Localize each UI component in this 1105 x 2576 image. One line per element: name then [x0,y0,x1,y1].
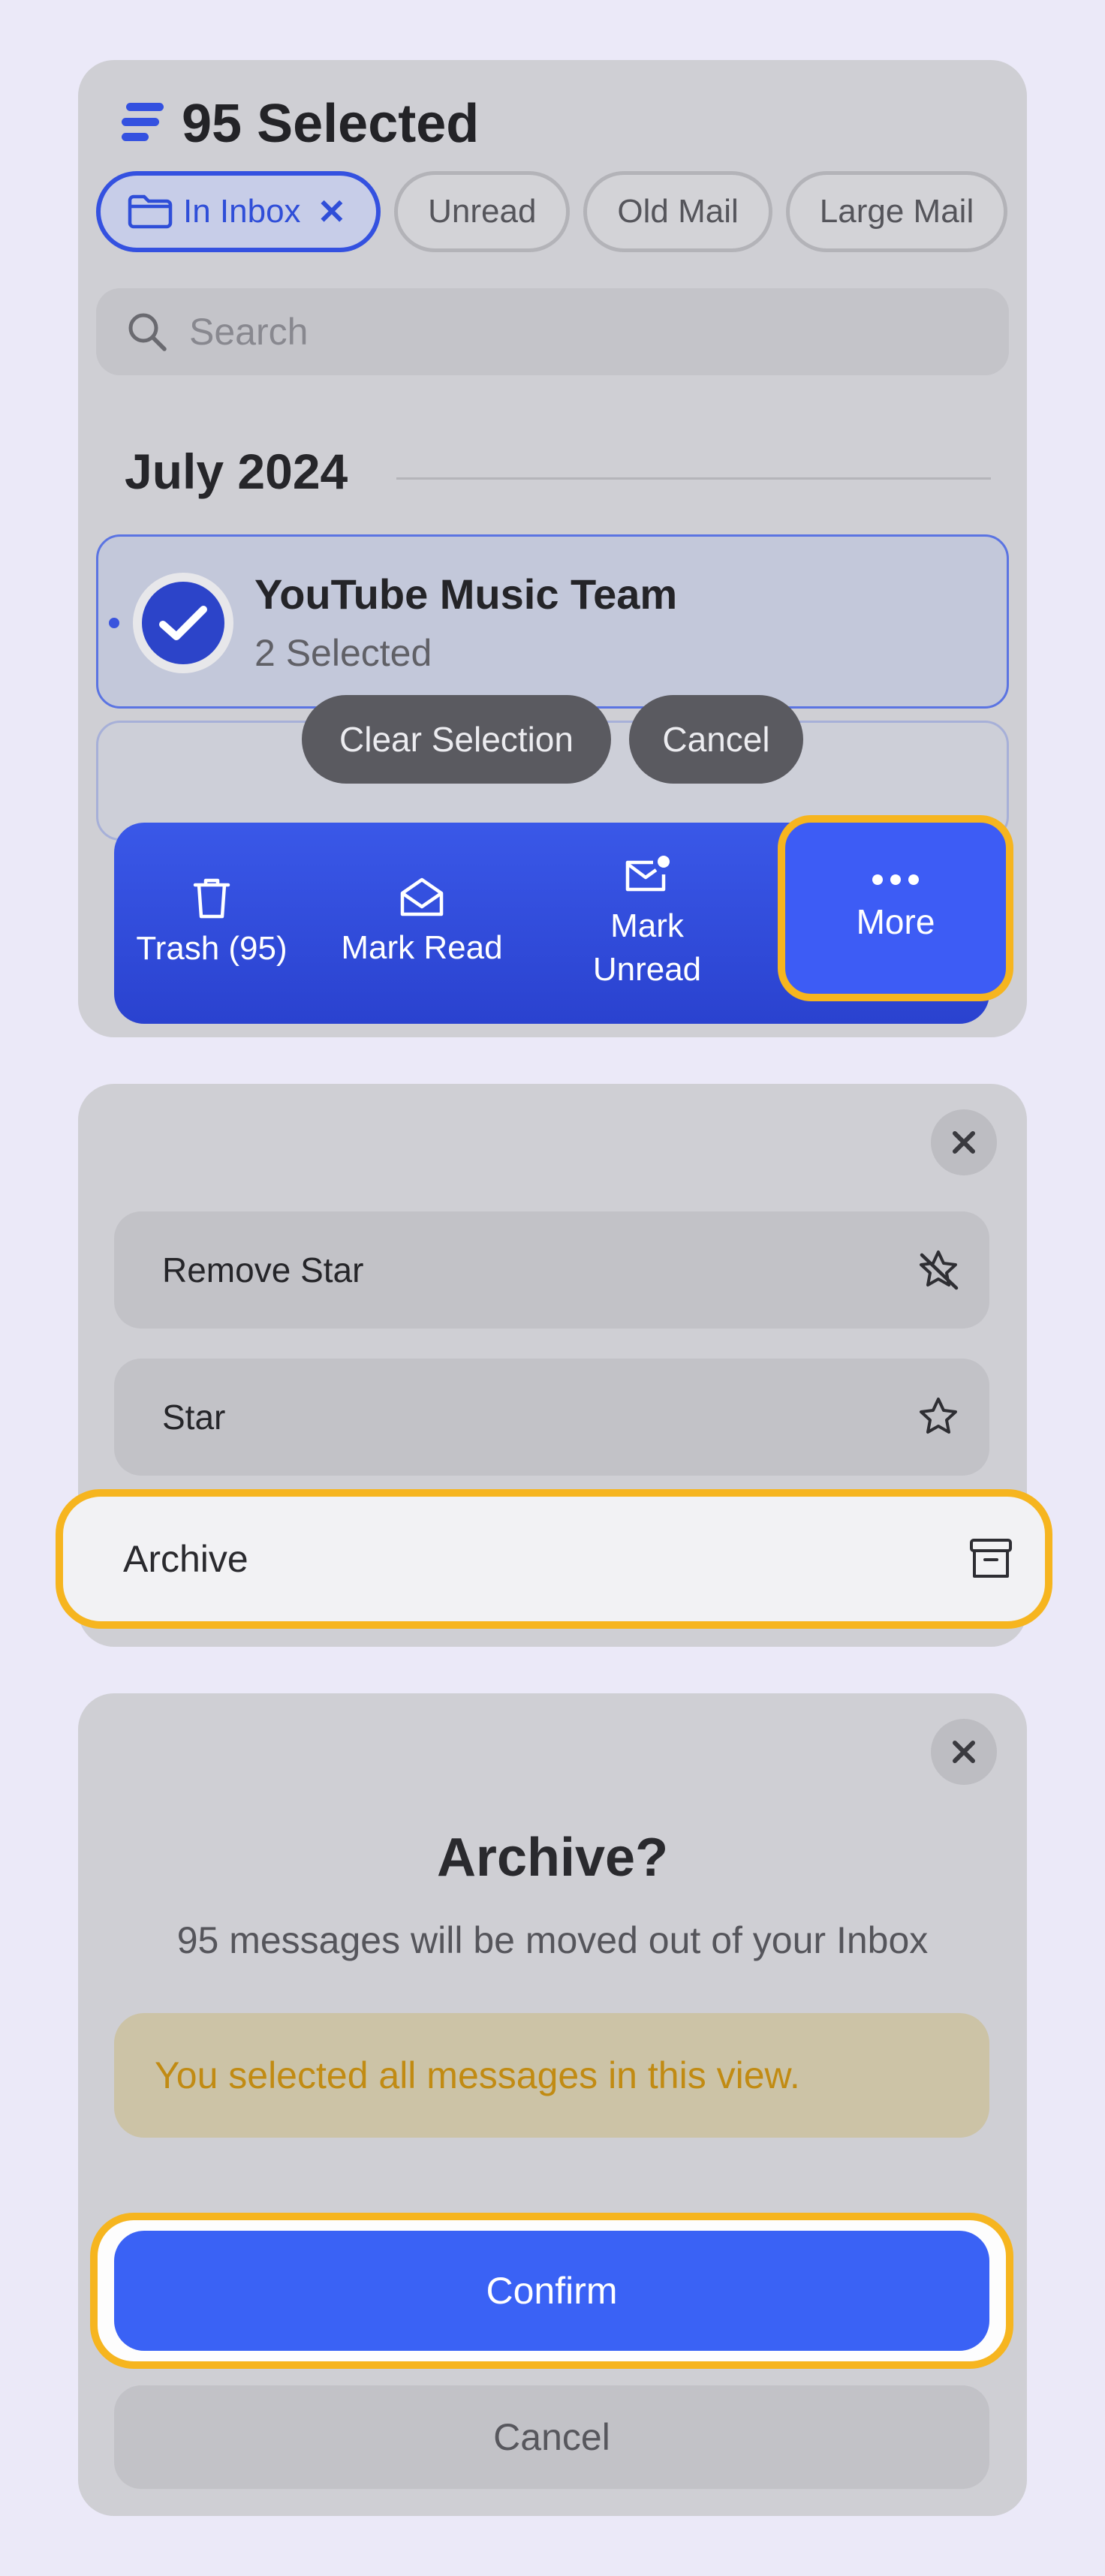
mark-read-label: Mark Read [341,929,503,966]
section-divider [396,477,991,480]
filter-chip-label: In Inbox [183,193,301,230]
search-placeholder: Search [189,311,309,353]
section-heading: July 2024 [125,444,348,499]
mark-unread-label: Unread [592,951,702,988]
mark-read-button[interactable]: Mark Read [309,823,534,1024]
sender-name: YouTube Music Team [254,570,678,618]
trash-icon [193,878,230,919]
clear-selection-button[interactable]: Clear Selection [302,695,611,784]
close-icon [953,1131,975,1154]
star-off-icon [920,1250,959,1290]
menu-item-label: Archive [123,1538,248,1580]
bulk-action-bar: Trash (95) Mark Read Mark Unread More [114,815,1013,1024]
filter-chips: In Inbox ✕ Unread Old Mail Large Mail [96,171,1008,252]
mark-unread-button[interactable]: Mark Unread [534,823,760,1024]
mark-unread-label: Mark [610,907,684,944]
envelope-badge-icon [625,856,670,892]
close-icon [953,1741,975,1763]
warning-banner: You selected all messages in this view. [114,2013,989,2138]
filter-chip-unread[interactable]: Unread [394,171,571,252]
dialog-title: Archive? [436,1828,669,1888]
remove-filter-icon[interactable]: ✕ [318,191,347,232]
filter-chip-label: Unread [428,193,537,230]
menu-item-remove-star[interactable]: Remove Star [114,1211,989,1329]
menu-item-label: Star [162,1398,226,1437]
selection-count: 2 Selected [254,632,432,674]
star-icon [920,1398,957,1434]
close-button[interactable] [931,1719,997,1785]
confirm-button[interactable]: Confirm [114,2231,989,2351]
dialog-message: 95 messages will be moved out of your In… [176,1919,929,1961]
filter-chip-label: Large Mail [819,193,974,230]
search-icon [128,313,167,351]
selected-checkbox[interactable] [133,573,233,673]
mail-list-panel: 95 Selected In Inbox ✕ Unread Old Mail L… [78,60,1027,1037]
cancel-selection-button[interactable]: Cancel [629,695,803,784]
more-icon [872,874,919,885]
folder-icon [128,194,173,229]
filter-chip-large-mail[interactable]: Large Mail [785,171,1008,252]
confirm-highlight: Confirm [90,2213,1013,2369]
unread-indicator [109,618,119,628]
page-title: 95 Selected [182,94,480,154]
cancel-selection-label: Cancel [662,720,770,759]
cancel-button[interactable]: Cancel [114,2385,989,2489]
trash-label: Trash (95) [136,930,288,967]
clear-selection-label: Clear Selection [339,720,574,759]
close-button[interactable] [931,1109,997,1175]
menu-item-label: Remove Star [162,1250,364,1290]
more-button[interactable]: More [778,815,1013,1001]
filter-chip-in-inbox[interactable]: In Inbox ✕ [96,171,381,252]
envelope-open-icon [400,877,444,916]
menu-item-archive[interactable]: Archive [56,1489,1052,1629]
list-item[interactable]: YouTube Music Team 2 Selected [96,534,1009,709]
header: 95 Selected [122,83,479,165]
checkmark-icon [159,606,207,640]
search-input[interactable]: Search [96,288,1009,375]
cancel-label: Cancel [493,2416,610,2458]
archive-dialog: Archive? 95 messages will be moved out o… [78,1693,1027,2516]
archive-icon [970,1539,1012,1578]
warning-text: You selected all messages in this view. [155,2054,800,2096]
more-label: More [856,902,935,941]
filter-chip-label: Old Mail [617,193,739,230]
menu-item-star[interactable]: Star [114,1359,989,1476]
filter-chip-old-mail[interactable]: Old Mail [583,171,772,252]
confirm-label: Confirm [486,2270,618,2312]
trash-button[interactable]: Trash (95) [114,823,309,1024]
list-icon[interactable] [122,101,165,147]
